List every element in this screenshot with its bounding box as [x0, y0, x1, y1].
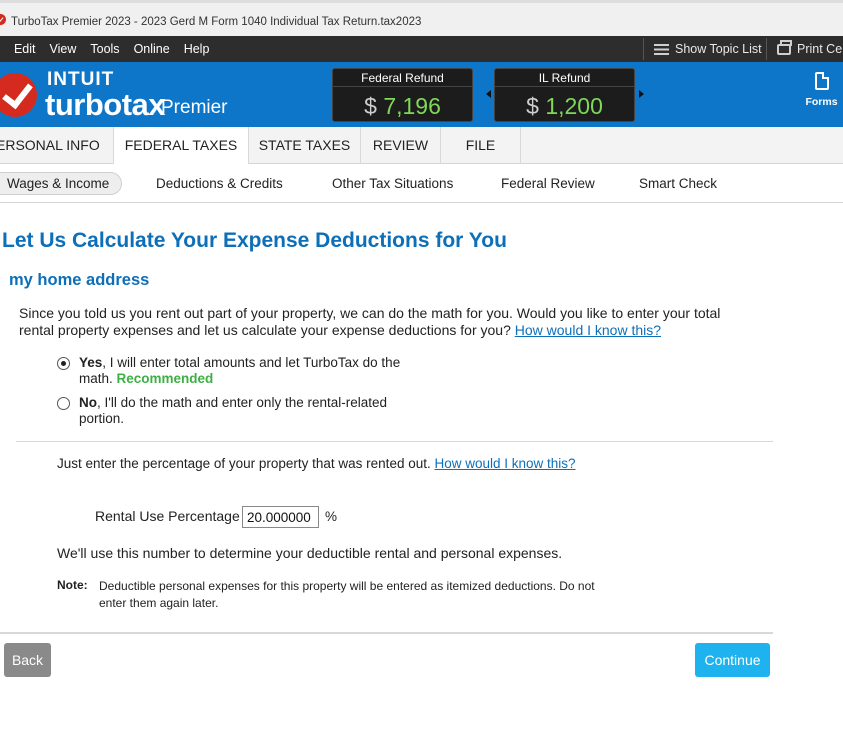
printer-icon: [777, 39, 792, 55]
window-title-bar: TurboTax Premier 2023 - 2023 Gerd M Form…: [0, 0, 843, 36]
brand-header: INTUIT turbotax Premier Federal Refund $…: [0, 62, 843, 127]
list-icon: [654, 43, 669, 55]
option-no[interactable]: No, I'll do the math and enter only the …: [57, 395, 427, 427]
tab-state-taxes[interactable]: STATE TAXES: [249, 127, 361, 164]
radio-yes[interactable]: [57, 357, 70, 370]
radio-no[interactable]: [57, 397, 70, 410]
page-title: Let Us Calculate Your Expense Deductions…: [2, 229, 507, 252]
continue-button[interactable]: Continue: [695, 643, 770, 677]
percent-sign: %: [325, 509, 338, 524]
subtab-deductions-credits[interactable]: Deductions & Credits: [156, 176, 283, 191]
menu-online[interactable]: Online: [134, 42, 170, 56]
sub-tabs: Wages & Income Deductions & Credits Othe…: [0, 164, 843, 203]
back-button[interactable]: Back: [4, 643, 51, 677]
state-refund-amount: $ 1,200: [526, 93, 603, 119]
tab-review[interactable]: REVIEW: [361, 127, 441, 164]
turbotax-checkmark-logo: [0, 73, 37, 117]
rental-use-percentage-label: Rental Use Percentage: [95, 508, 240, 524]
state-refund-label: IL Refund: [495, 71, 634, 87]
main-tabs: ERSONAL INFO FEDERAL TAXES STATE TAXES R…: [0, 127, 843, 165]
chevron-left-icon[interactable]: [486, 90, 491, 98]
subtab-federal-review[interactable]: Federal Review: [501, 176, 595, 191]
note-label: Note:: [57, 578, 88, 592]
percentage-instructions: Just enter the percentage of your proper…: [57, 456, 576, 471]
federal-refund-meter[interactable]: Federal Refund $ 7,196: [332, 68, 473, 122]
federal-refund-label: Federal Refund: [333, 71, 472, 87]
turbotax-logo-text: turbotax: [45, 87, 166, 122]
chevron-right-icon[interactable]: [639, 90, 644, 98]
how-would-i-know-percentage-link[interactable]: How would I know this?: [435, 456, 576, 471]
footer-divider: [0, 632, 773, 634]
print-button[interactable]: Print Ce: [766, 38, 843, 60]
rental-use-percentage-input[interactable]: [242, 506, 319, 528]
menu-edit[interactable]: Edit: [14, 42, 36, 56]
subtab-other-tax-situations[interactable]: Other Tax Situations: [332, 176, 453, 191]
property-subtitle: my home address: [9, 271, 150, 289]
option-yes[interactable]: Yes, I will enter total amounts and let …: [57, 355, 427, 387]
window-title: TurboTax Premier 2023 - 2023 Gerd M Form…: [11, 16, 422, 28]
edition-label: Premier: [161, 97, 228, 118]
federal-refund-amount: $ 7,196: [364, 93, 441, 119]
note-text: Deductible personal expenses for this pr…: [99, 579, 595, 610]
tab-file[interactable]: FILE: [441, 127, 521, 164]
subtab-wages-income[interactable]: Wages & Income: [0, 172, 123, 195]
turbotax-app-icon: [0, 14, 6, 25]
menu-bar: e Edit View Tools Online Help Show Topic…: [0, 36, 843, 62]
deduction-explanation: We'll use this number to determine your …: [57, 545, 563, 561]
menu-tools[interactable]: Tools: [90, 42, 119, 56]
tab-federal-taxes[interactable]: FEDERAL TAXES: [114, 127, 249, 165]
menu-view[interactable]: View: [50, 42, 77, 56]
show-topic-list-label: Show Topic List: [675, 42, 762, 56]
intro-text: Since you told us you rent out part of y…: [19, 305, 749, 339]
print-label: Print Ce: [797, 42, 843, 56]
state-refund-meter[interactable]: IL Refund $ 1,200: [494, 68, 635, 122]
subtab-smart-check[interactable]: Smart Check: [639, 176, 717, 191]
menu-help[interactable]: Help: [184, 42, 210, 56]
document-icon: [814, 72, 829, 90]
how-would-i-know-link[interactable]: How would I know this?: [515, 322, 661, 338]
option-yes-label: Yes, I will enter total amounts and let …: [79, 355, 401, 386]
forms-label: Forms: [805, 96, 838, 108]
show-topic-list-button[interactable]: Show Topic List: [643, 38, 765, 60]
recommended-tag: Recommended: [116, 371, 214, 386]
option-no-label: No, I'll do the math and enter only the …: [79, 395, 387, 426]
tab-personal-info[interactable]: ERSONAL INFO: [0, 127, 114, 164]
divider: [16, 441, 773, 442]
forms-button[interactable]: Forms: [800, 72, 843, 108]
